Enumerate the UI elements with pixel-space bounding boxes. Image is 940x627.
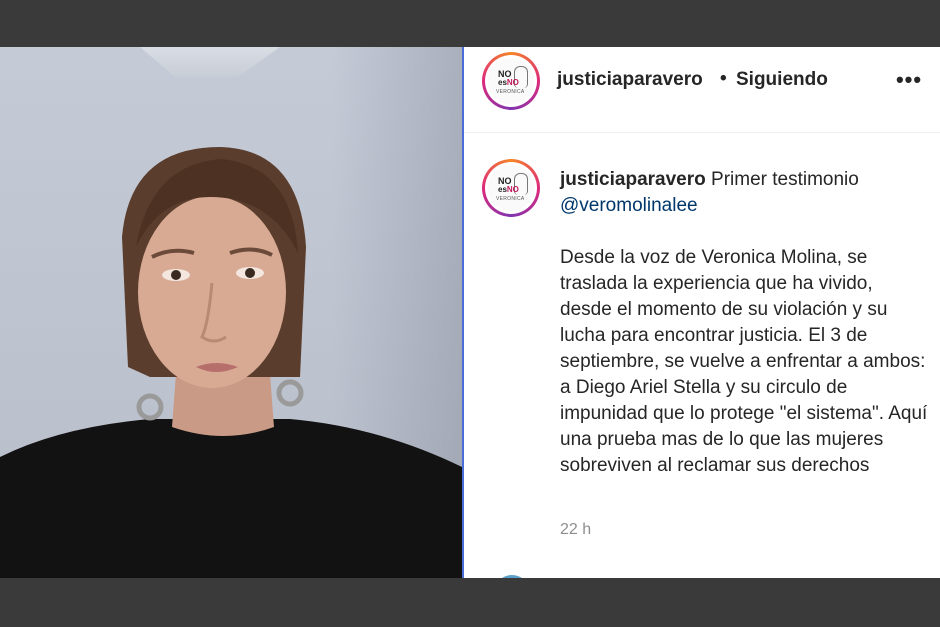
instagram-post-panel: NO esNO VERONICA justiciaparavero • Sigu… [464,47,940,578]
separator-dot: • [720,68,727,89]
logo-text: esNO [498,78,519,87]
top-letterbox [0,0,940,47]
header-username[interactable]: justiciaparavero [557,69,703,91]
following-button[interactable]: Siguiendo [736,69,828,91]
profile-avatar[interactable]: NO esNO VERONICA [482,52,540,110]
logo-text: VERONICA [496,196,525,202]
post-timestamp[interactable]: 22 h [560,521,591,539]
logo-text: esNO [498,185,519,194]
post-caption: justiciaparavero Primer testimonio @vero… [560,167,930,479]
noesno-logo: NO esNO VERONICA [488,58,534,104]
noesno-logo: NO esNO VERONICA [488,165,534,211]
more-options-icon[interactable]: ••• [894,67,924,92]
post-header: NO esNO VERONICA justiciaparavero • Sigu… [464,47,940,133]
caption-avatar[interactable]: NO esNO VERONICA [482,159,540,217]
caption-username[interactable]: justiciaparavero [560,169,706,190]
logo-text: VERONICA [496,89,525,95]
bottom-letterbox [0,578,940,627]
video-frame [0,47,462,578]
speaker-figure [0,147,462,578]
caption-body: Desde la voz de Veronica Molina, se tras… [560,247,928,476]
caption-intro: Primer testimonio [711,169,859,190]
mention-link[interactable]: @veromolinalee [560,193,930,219]
